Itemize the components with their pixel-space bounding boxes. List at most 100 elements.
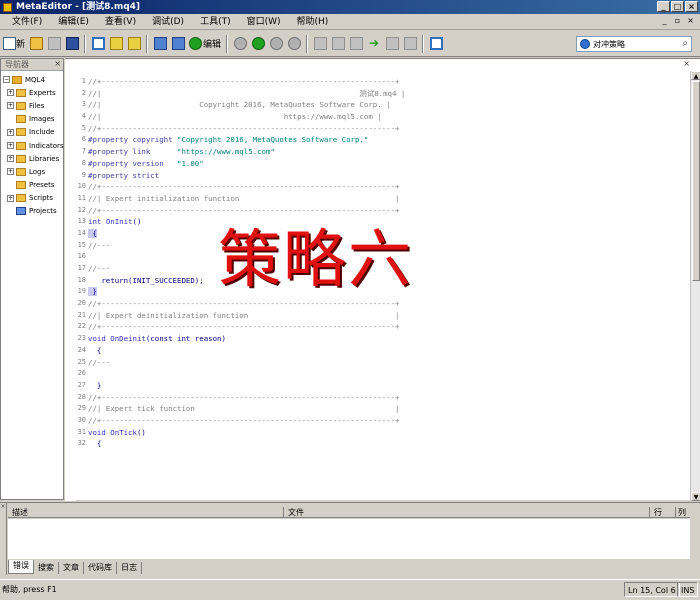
properties-button[interactable]	[126, 34, 142, 54]
code-line[interactable]: 31 void OnTick()	[76, 427, 690, 439]
scroll-up-icon[interactable]: ▲	[691, 71, 700, 80]
menu-tools[interactable]: 工具(T)	[192, 15, 239, 29]
search-input[interactable]	[593, 39, 673, 49]
tab-errors[interactable]: 错误	[8, 560, 34, 574]
toolbox-close-icon[interactable]: ×	[0, 503, 5, 510]
start-button[interactable]	[250, 34, 266, 54]
new-button[interactable]: 新	[2, 34, 26, 54]
code-line[interactable]: 25//---	[76, 357, 690, 369]
mdi-close-icon[interactable]: ×	[685, 16, 696, 26]
menu-view[interactable]: 查看(V)	[97, 15, 144, 29]
expand-icon[interactable]: +	[7, 168, 14, 176]
save-all-button[interactable]	[64, 34, 80, 54]
code-line[interactable]: 24 {	[76, 345, 690, 357]
expand-icon[interactable]: +	[7, 142, 14, 150]
toolbox-side-grip[interactable]: ×	[0, 503, 7, 575]
code-line[interactable]: 29//| Expert tick function |	[76, 403, 690, 415]
save-button[interactable]	[46, 34, 62, 54]
menu-help[interactable]: 帮助(H)	[289, 15, 337, 29]
code-line[interactable]: 22//+-----------------------------------…	[76, 321, 690, 333]
column-description[interactable]: 描述	[8, 507, 284, 517]
stop-button[interactable]	[286, 34, 302, 54]
code-line[interactable]: 5//+------------------------------------…	[76, 123, 690, 135]
code-line[interactable]: 9 #property strict	[76, 170, 690, 182]
mdi-minimize-icon[interactable]: _	[659, 16, 670, 26]
line-number: 2	[81, 88, 86, 97]
toolbox-toggle-button[interactable]	[108, 34, 124, 54]
code-line[interactable]: 2//| 测试8.mq4 |	[76, 88, 690, 100]
editor-close-icon[interactable]: ×	[683, 59, 690, 68]
tree-item-files[interactable]: + Files	[3, 99, 63, 112]
navigator-toggle-button[interactable]	[90, 34, 106, 54]
code-line[interactable]: 10//+-----------------------------------…	[76, 181, 690, 193]
terminal-button[interactable]	[428, 34, 444, 54]
code-line[interactable]: 21//| Expert deinitialization function |	[76, 310, 690, 322]
tree-item-presets[interactable]: Presets	[3, 179, 63, 192]
compile-button[interactable]: 编辑	[188, 34, 222, 54]
expand-icon[interactable]: +	[7, 128, 14, 136]
code-line[interactable]: 3//| Copyright 2016, MetaQuotes Software…	[76, 99, 690, 111]
column-file[interactable]: 文件	[284, 507, 650, 517]
step-into-button[interactable]	[312, 34, 328, 54]
maximize-button[interactable]: □	[671, 1, 684, 12]
expand-icon[interactable]: +	[7, 155, 14, 163]
menu-file[interactable]: 文件(F)	[4, 15, 50, 29]
code-line[interactable]: 6 #property copyright "Copyright 2016, Me…	[76, 134, 690, 146]
go-to-button[interactable]: ➔	[366, 34, 382, 54]
tree-item-scripts[interactable]: + Scripts	[3, 192, 63, 205]
list-names-button[interactable]	[152, 34, 168, 54]
column-line[interactable]: 行	[650, 507, 676, 517]
code-line[interactable]: 23 void OnDeinit(const int reason)	[76, 333, 690, 345]
code-line[interactable]: 1//+------------------------------------…	[76, 76, 690, 88]
search-box[interactable]: ⌕	[576, 36, 692, 52]
column-column[interactable]: 列	[676, 507, 690, 517]
expand-icon[interactable]: +	[7, 89, 14, 97]
tab-articles[interactable]: 文章	[59, 562, 84, 574]
menu-debug[interactable]: 调试(D)	[144, 15, 192, 29]
pause-button[interactable]	[268, 34, 284, 54]
tree-item-images[interactable]: Images	[3, 113, 63, 126]
folder-icon	[16, 194, 26, 203]
tree-item-mql4[interactable]: − MQL4	[3, 73, 63, 86]
code-line[interactable]: 4//| https://www.mql5.com |	[76, 111, 690, 123]
expand-icon[interactable]: +	[7, 194, 14, 202]
tree-item-libraries[interactable]: + Libraries	[3, 152, 63, 165]
scrollbar-thumb[interactable]	[692, 81, 700, 281]
open-button[interactable]	[28, 34, 44, 54]
code-line[interactable]: 26	[76, 368, 690, 380]
tree-item-logs[interactable]: + Logs	[3, 165, 63, 178]
tree-item-experts[interactable]: + Experts	[3, 86, 63, 99]
tree-item-projects[interactable]: Projects	[3, 205, 63, 218]
menu-window[interactable]: 窗口(W)	[239, 15, 289, 29]
parameter-info-button[interactable]	[170, 34, 186, 54]
code-line[interactable]: 27 }	[76, 380, 690, 392]
debug-button[interactable]	[232, 34, 248, 54]
app-icon	[3, 3, 12, 12]
search-icon[interactable]: ⌕	[682, 38, 688, 49]
bookmark-prev-button[interactable]	[384, 34, 400, 54]
code-line[interactable]: 32 {	[76, 438, 690, 450]
scroll-down-icon[interactable]: ▼	[691, 492, 700, 501]
bookmark-next-button[interactable]	[402, 34, 418, 54]
tab-journal[interactable]: 日志	[117, 562, 142, 574]
tree-item-indicators[interactable]: + Indicators	[3, 139, 64, 152]
code-line[interactable]: 28//+-----------------------------------…	[76, 392, 690, 404]
mdi-restore-icon[interactable]: ▫	[672, 16, 683, 26]
vertical-scrollbar[interactable]: ▲ ▼	[690, 71, 700, 501]
toolbox-message-list[interactable]	[8, 519, 690, 559]
minimize-button[interactable]: _	[657, 1, 670, 12]
code-line[interactable]: 11//| Expert initialization function |	[76, 193, 690, 205]
tab-code-base[interactable]: 代码库	[84, 562, 117, 574]
navigator-close-icon[interactable]: ×	[54, 59, 61, 68]
step-over-button[interactable]	[330, 34, 346, 54]
menu-edit[interactable]: 编辑(E)	[50, 15, 97, 29]
tab-search[interactable]: 搜索	[34, 562, 59, 574]
code-line[interactable]: 7 #property link "https://www.mql5.com"	[76, 146, 690, 158]
expand-icon[interactable]: +	[7, 102, 14, 110]
tree-item-include[interactable]: + Include	[3, 126, 63, 139]
close-button[interactable]: ×	[685, 1, 698, 12]
collapse-icon[interactable]: −	[3, 76, 10, 84]
step-out-button[interactable]	[348, 34, 364, 54]
code-line[interactable]: 8 #property version "1.00"	[76, 158, 690, 170]
code-line[interactable]: 30//+-----------------------------------…	[76, 415, 690, 427]
